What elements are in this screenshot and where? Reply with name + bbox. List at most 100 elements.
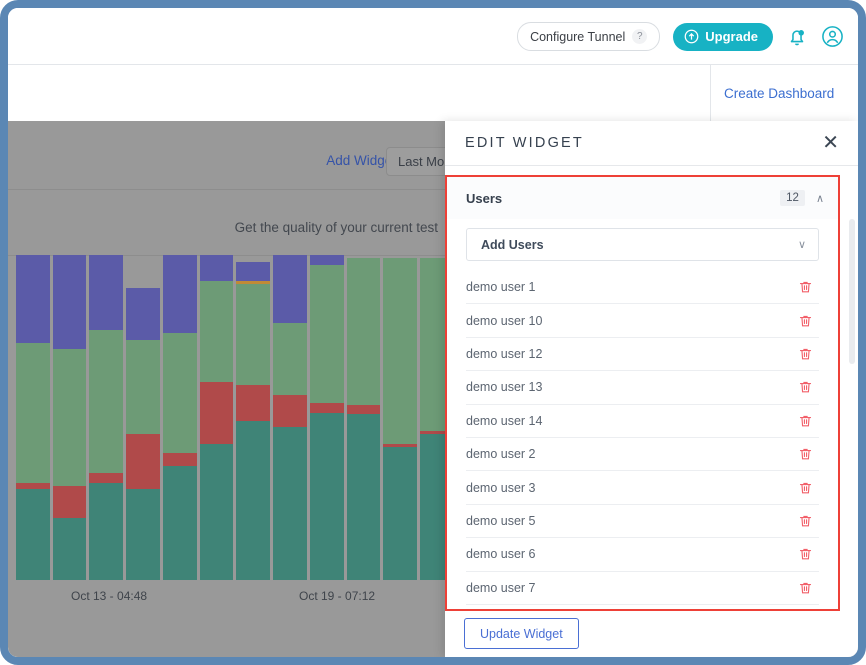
- delete-user-icon[interactable]: [798, 413, 819, 429]
- delete-user-icon[interactable]: [798, 279, 819, 295]
- chart-bar-segment-purple: [163, 255, 197, 333]
- panel-header: EDIT WIDGET ✕: [445, 121, 858, 166]
- chart-bar-segment-green: [347, 258, 381, 404]
- chart-bar: [163, 255, 197, 580]
- delete-user-icon[interactable]: [798, 546, 819, 562]
- chart-bar-segment-red: [200, 382, 234, 444]
- x-axis-tick-label: Oct 13 - 04:48: [71, 589, 147, 603]
- chart-bar: [273, 255, 307, 580]
- upgrade-label: Upgrade: [705, 29, 758, 44]
- delete-user-icon[interactable]: [798, 446, 819, 462]
- user-name-label: demo user 10: [466, 314, 542, 328]
- chart-bar-segment-purple: [89, 255, 123, 330]
- user-list-item: demo user 1: [466, 271, 819, 304]
- chart-bar-segment-purple: [273, 255, 307, 323]
- notification-dot: [798, 30, 804, 36]
- user-name-label: demo user 12: [466, 347, 542, 361]
- chart-bar-segment-teal: [16, 489, 50, 580]
- chart-bar-segment-green: [310, 265, 344, 403]
- delete-user-icon[interactable]: [798, 580, 819, 596]
- users-section-header-right: 12 ∧: [780, 190, 824, 206]
- chart-bar-segment-teal: [89, 483, 123, 581]
- chart-bar-segment-teal: [236, 421, 270, 580]
- chart-bar-segment-red: [53, 486, 87, 519]
- chart-bar-segment-purple: [236, 262, 270, 282]
- user-name-label: demo user 2: [466, 447, 535, 461]
- chart-bar: [310, 255, 344, 580]
- user-name-label: demo user 14: [466, 414, 542, 428]
- chart-bar-segment-teal: [273, 427, 307, 580]
- chart-bar-segment-teal: [310, 413, 344, 580]
- user-list-item: demo user 2: [466, 438, 819, 471]
- configure-tunnel-button[interactable]: Configure Tunnel ?: [517, 22, 660, 51]
- user-name-label: demo user 13: [466, 380, 542, 394]
- chart-bar-segment-red: [163, 453, 197, 466]
- chart-bar-segment-purple: [310, 255, 344, 265]
- chart-bar-segment-green: [383, 258, 417, 443]
- user-list-item: demo user 3: [466, 471, 819, 504]
- chart-bar: [236, 255, 270, 580]
- chart-bar-segment-green: [200, 281, 234, 382]
- user-name-label: demo user 7: [466, 581, 535, 595]
- update-widget-button[interactable]: Update Widget: [464, 618, 579, 649]
- bell-icon[interactable]: [786, 26, 808, 48]
- panel-title: EDIT WIDGET: [465, 135, 584, 151]
- user-list-item: demo user 5: [466, 505, 819, 538]
- user-avatar-icon[interactable]: [821, 25, 844, 48]
- users-list: demo user 1 demo user 10 demo user 12 demo …: [466, 271, 819, 611]
- grid-icon[interactable]: [484, 27, 504, 47]
- subbar-divider: [710, 65, 711, 121]
- chart-bar-segment-red: [126, 434, 160, 489]
- chart-bar-segment-teal: [383, 447, 417, 580]
- add-users-dropdown-label: Add Users: [481, 238, 544, 252]
- chart-bar-segment-teal: [163, 466, 197, 580]
- panel-scrollbar[interactable]: [849, 219, 855, 364]
- chart-bar-segment-green: [16, 343, 50, 483]
- users-section: Users 12 ∧ Add Users ∨ demo user 1demo u…: [445, 175, 840, 611]
- users-section-title: Users: [466, 191, 502, 206]
- chart-bar: [200, 255, 234, 580]
- delete-user-icon[interactable]: [798, 313, 819, 329]
- delete-user-icon[interactable]: [798, 379, 819, 395]
- chart-bar-segment-red: [89, 473, 123, 483]
- upgrade-button[interactable]: Upgrade: [673, 23, 773, 51]
- chart-bar: [53, 255, 87, 580]
- chart-bar: [89, 255, 123, 580]
- chart-bar-segment-green: [273, 323, 307, 395]
- chevron-down-icon: ∨: [798, 238, 806, 251]
- delete-user-icon[interactable]: [798, 346, 819, 362]
- chart-bar-segment-teal: [53, 518, 87, 580]
- chevron-up-icon[interactable]: ∧: [816, 192, 824, 205]
- edit-widget-panel: EDIT WIDGET ✕ Users 12 ∧ Add Users ∨ dem…: [445, 121, 858, 657]
- chart-bar-segment-purple: [53, 255, 87, 349]
- chart-bar: [16, 255, 50, 580]
- help-icon[interactable]: ?: [632, 29, 647, 44]
- dashboard-subbar: Create Dashboard: [8, 65, 858, 121]
- app-viewport: Configure Tunnel ? Upgrade: [8, 8, 858, 657]
- users-section-header[interactable]: Users 12 ∧: [447, 177, 838, 219]
- user-list-item: demo user 6: [466, 538, 819, 571]
- configure-tunnel-label: Configure Tunnel: [530, 30, 625, 44]
- user-name-label: demo user 6: [466, 547, 535, 561]
- chart-bar-segment-green: [126, 340, 160, 434]
- chart-bar-segment-green: [89, 330, 123, 473]
- user-list-item: demo user 7: [466, 572, 819, 605]
- create-dashboard-link[interactable]: Create Dashboard: [724, 65, 834, 121]
- delete-user-icon[interactable]: [798, 480, 819, 496]
- users-count-badge: 12: [780, 190, 805, 206]
- close-icon[interactable]: ✕: [822, 133, 839, 153]
- chart-bar-segment-purple: [16, 255, 50, 343]
- chart-bar: [383, 255, 417, 580]
- top-toolbar: Configure Tunnel ? Upgrade: [8, 8, 858, 65]
- delete-user-icon[interactable]: [798, 513, 819, 529]
- widget-caption: Get the quality of your current test: [235, 220, 438, 235]
- add-users-dropdown[interactable]: Add Users ∨: [466, 228, 819, 261]
- x-axis-tick-label: Oct 19 - 07:12: [299, 589, 375, 603]
- chart-bar-segment-green: [236, 284, 270, 385]
- chart-bar-segment-red: [236, 385, 270, 421]
- user-name-label: demo user 3: [466, 481, 535, 495]
- user-name-label: demo user 5: [466, 514, 535, 528]
- chart-bar-segment-purple: [200, 255, 234, 281]
- chart-bar-segment-teal: [347, 414, 381, 580]
- user-list-item: demo user 10: [466, 304, 819, 337]
